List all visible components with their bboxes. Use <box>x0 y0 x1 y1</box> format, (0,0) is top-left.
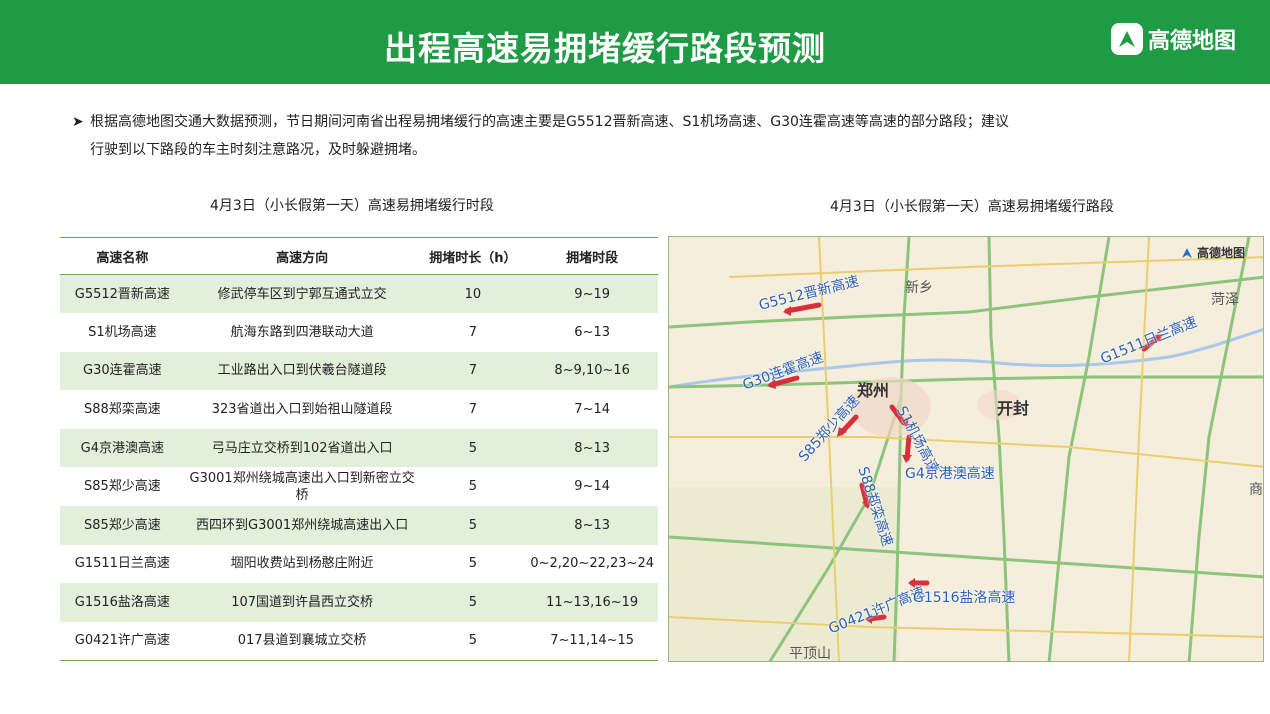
table-caption: 4月3日（小长假第一天）高速易拥堵缓行时段 <box>210 198 494 214</box>
row-duration: 7 <box>468 324 478 340</box>
table-row: G5512晋新高速 修武停车区到宁郭互通式立交 10 9~19 <box>60 274 658 314</box>
row-duration: 10 <box>419 274 527 314</box>
col-header-direction: 高速方向 <box>184 237 420 275</box>
row-period: 8~13 <box>526 428 658 468</box>
header-bar: 出程高速易拥堵缓行路段预测 高德地图 <box>0 0 1270 84</box>
row-direction: 工业路出入口到伏羲台隧道段 <box>184 351 420 391</box>
page-title: 出程高速易拥堵缓行路段预测 <box>384 29 826 68</box>
table-row: G1511日兰高速 堌阳收费站到杨憨庄附近 5 0~2,20~22,23~24 <box>60 545 658 584</box>
row-duration: 5 <box>419 506 527 545</box>
intro-paragraph: ➤ 根据高德地图交通大数据预测，节日期间河南省出程易拥堵缓行的高速主要是G5512… <box>72 108 1132 164</box>
table-row: G0421许广高速 017县道到襄城立交桥 5 7~11,14~15 <box>60 621 658 661</box>
row-period: 0~2,20~22,23~24 <box>530 556 654 572</box>
row-duration: 7 <box>419 351 527 391</box>
brand: 高德地图 <box>1110 22 1236 56</box>
row-direction: 航海东路到四港联动大道 <box>230 324 374 340</box>
row-direction: 堌阳收费站到杨憨庄附近 <box>230 556 374 572</box>
route-map[interactable]: 高德地图 新乡 菏泽 郑州 开封 平顶山 商 G5512晋新高速 G30连霍高速… <box>668 236 1264 662</box>
table-body: G5512晋新高速 修武停车区到宁郭互通式立交 10 9~19 S1机场高速 航海东路到四… <box>60 274 658 661</box>
row-duration: 5 <box>419 583 527 622</box>
city-shang: 商 <box>1249 482 1263 498</box>
route-label-g1516: G1516盐洛高速 <box>913 590 1016 606</box>
brand-name: 高德地图 <box>1147 29 1236 54</box>
row-direction: 017县道到襄城立交桥 <box>184 621 420 661</box>
table-row: S85郑少高速 西四环到G3001郑州绕城高速出入口 5 8~13 <box>60 506 658 545</box>
row-duration: 5 <box>419 621 527 661</box>
row-name: S1机场高速 <box>88 324 157 340</box>
row-duration: 5 <box>419 428 527 468</box>
city-heze: 菏泽 <box>1211 292 1239 308</box>
amap-pin-icon <box>1181 247 1192 258</box>
row-duration: 5 <box>468 479 478 495</box>
route-label-g4: G4京港澳高速 <box>905 466 995 482</box>
row-name: G1511日兰高速 <box>74 556 170 572</box>
intro-line-1: 根据高德地图交通大数据预测，节日期间河南省出程易拥堵缓行的高速主要是G5512晋… <box>90 114 1009 130</box>
table-row: S85郑少高速 G3001郑州绕城高速出入口到新密立交桥 5 9~14 <box>60 467 658 506</box>
row-period: 11~13,16~19 <box>526 583 658 622</box>
city-xinxiang: 新乡 <box>905 280 933 296</box>
row-name: G4京港澳高速 <box>60 428 185 468</box>
city-pingdingshan: 平顶山 <box>789 646 831 662</box>
row-direction: 修武停车区到宁郭互通式立交 <box>184 274 420 314</box>
table-header-row: 高速名称 高速方向 拥堵时长（h） 拥堵时段 <box>60 237 658 275</box>
row-direction: G3001郑州绕城高速出入口到新密立交桥 <box>189 470 415 503</box>
table-row: G4京港澳高速 弓马庄立交桥到102省道出入口 5 8~13 <box>60 428 658 468</box>
bullet-arrow-icon: ➤ <box>72 114 84 130</box>
map-brand-name: 高德地图 <box>1196 246 1245 260</box>
row-period: 8~13 <box>526 506 658 545</box>
row-period: 9~14 <box>574 479 611 495</box>
row-period: 6~13 <box>574 324 611 340</box>
table-row: G30连霍高速 工业路出入口到伏羲台隧道段 7 8~9,10~16 <box>60 351 658 391</box>
row-name: S85郑少高速 <box>60 506 185 545</box>
col-header-duration: 拥堵时长（h） <box>419 237 527 275</box>
row-direction: 107国道到许昌西立交桥 <box>184 583 420 622</box>
city-zhengzhou: 郑州 <box>857 381 890 400</box>
row-period: 7~14 <box>574 402 611 418</box>
row-duration: 5 <box>468 556 478 572</box>
row-name: S85郑少高速 <box>83 479 161 495</box>
row-period: 9~19 <box>526 274 658 314</box>
row-duration: 7 <box>468 402 478 418</box>
map-caption: 4月3日（小长假第一天）高速易拥堵缓行路段 <box>830 199 1114 215</box>
amap-logo-icon <box>1110 23 1143 55</box>
row-direction: 西四环到G3001郑州绕城高速出入口 <box>184 506 420 545</box>
col-header-name: 高速名称 <box>60 237 185 275</box>
row-direction: 弓马庄立交桥到102省道出入口 <box>184 428 420 468</box>
intro-line-2: 行驶到以下路段的车主时刻注意路况，及时躲避拥堵。 <box>90 142 426 158</box>
col-header-period: 拥堵时段 <box>526 237 658 275</box>
congestion-table: 高速名称 高速方向 拥堵时长（h） 拥堵时段 G5512晋新高速 修武停车区到宁郭… <box>60 237 658 661</box>
row-period: 8~9,10~16 <box>526 351 658 391</box>
row-name: G5512晋新高速 <box>60 274 185 314</box>
table-row: G1516盐洛高速 107国道到许昌西立交桥 5 11~13,16~19 <box>60 583 658 622</box>
map-brand: 高德地图 <box>1180 244 1245 261</box>
row-name: S88郑栾高速 <box>83 402 161 418</box>
row-name: G0421许广高速 <box>60 621 185 661</box>
row-direction: 323省道出入口到始祖山隧道段 <box>211 402 393 418</box>
table-row: S88郑栾高速 323省道出入口到始祖山隧道段 7 7~14 <box>60 390 658 429</box>
city-kaifeng: 开封 <box>997 399 1030 418</box>
row-name: G1516盐洛高速 <box>60 583 185 622</box>
row-name: G30连霍高速 <box>60 351 185 391</box>
row-period: 7~11,14~15 <box>526 621 658 661</box>
table-row: S1机场高速 航海东路到四港联动大道 7 6~13 <box>60 313 658 352</box>
